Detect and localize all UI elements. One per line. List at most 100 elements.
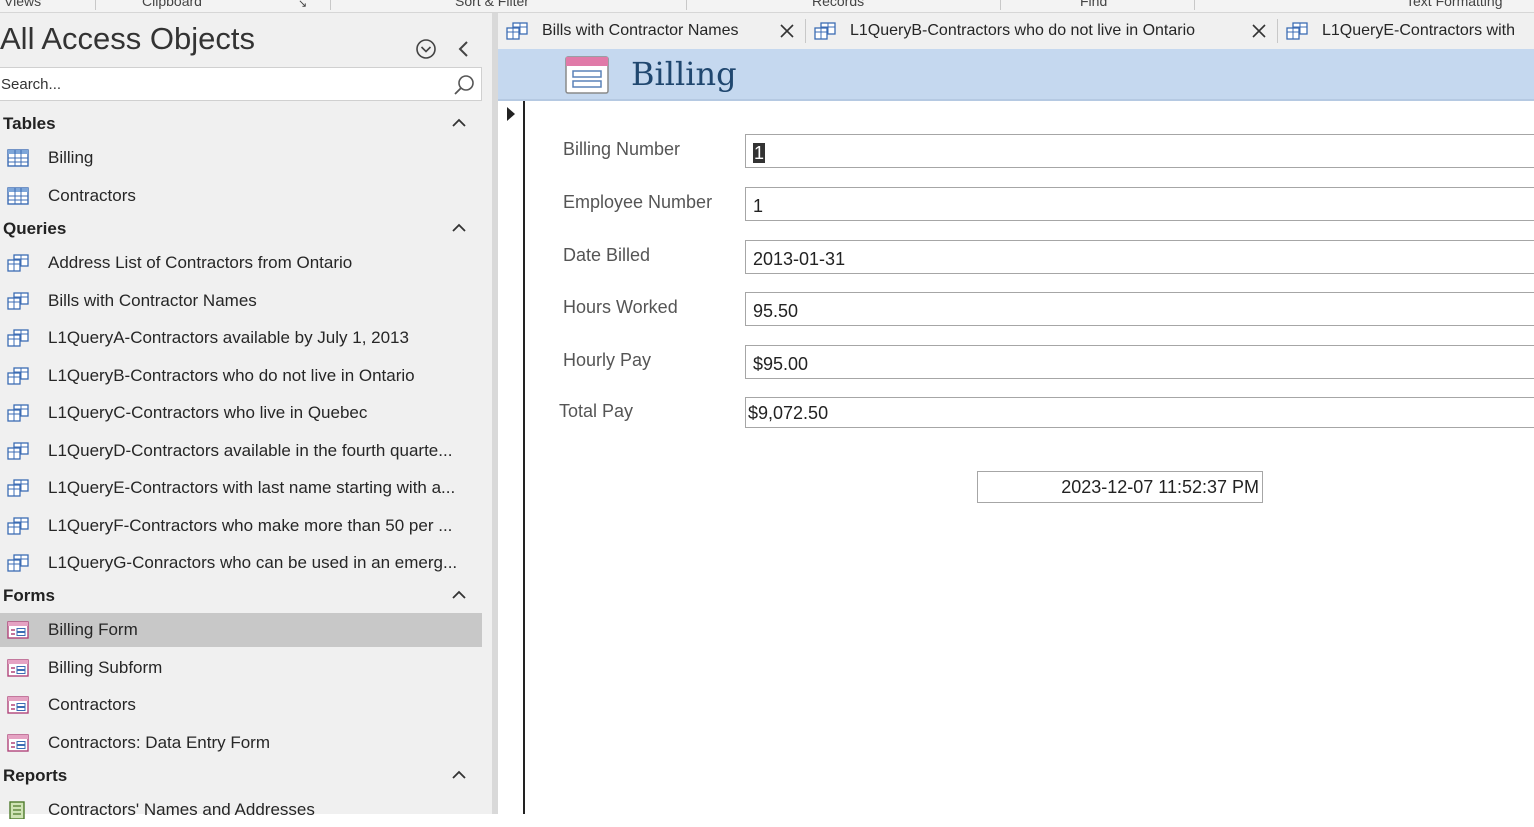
- timestamp-display: 2023-12-07 11:52:37 PM: [977, 471, 1263, 503]
- nav-search-box[interactable]: [0, 67, 482, 101]
- nav-item-label: Contractors: Data Entry Form: [48, 733, 271, 752]
- query-icon: [7, 442, 29, 460]
- ribbon-group-views: Views: [4, 0, 42, 9]
- nav-pane-title[interactable]: All Access Objects: [0, 21, 255, 57]
- ribbon-group-clipboard: Clipboard: [142, 0, 202, 9]
- nav-item-query[interactable]: L1QueryA-Contractors available by July 1…: [0, 321, 482, 355]
- search-icon[interactable]: [452, 73, 476, 97]
- nav-item-report[interactable]: Contractors' Names and Addresses: [0, 793, 482, 827]
- nav-menu-dropdown-icon[interactable]: [414, 37, 438, 61]
- query-icon: [7, 404, 29, 422]
- nav-item-billing-subform[interactable]: Billing Subform: [0, 651, 482, 685]
- nav-search-input[interactable]: [0, 68, 441, 100]
- nav-section-forms[interactable]: Forms: [0, 581, 482, 611]
- date-billed-field[interactable]: 2013-01-31: [745, 240, 1534, 274]
- nav-section-reports[interactable]: Reports: [0, 761, 482, 791]
- section-label: Tables: [3, 114, 56, 133]
- nav-item-label: Address List of Contractors from Ontario: [48, 253, 353, 272]
- nav-item-query[interactable]: L1QueryD-Contractors available in the fo…: [0, 434, 482, 468]
- form-icon: [7, 734, 29, 752]
- billing-number-field[interactable]: 1: [745, 134, 1534, 168]
- query-icon: [814, 22, 836, 40]
- form-title: Billing: [631, 55, 737, 93]
- tab-bills-with-contractor-names[interactable]: Bills with Contractor Names: [498, 13, 806, 49]
- tab-label: L1QueryB-Contractors who do not live in …: [850, 22, 1196, 39]
- chevron-up-icon[interactable]: [450, 221, 468, 235]
- ribbon-separator: [330, 0, 331, 10]
- nav-item-label: L1QueryE-Contractors with last name star…: [48, 478, 456, 497]
- section-label: Forms: [3, 586, 55, 605]
- nav-item-label: Contractors: [48, 186, 136, 205]
- nav-item-query[interactable]: L1QueryB-Contractors who do not live in …: [0, 359, 482, 393]
- nav-item-label: Billing: [48, 148, 94, 167]
- ribbon-group-find: Find: [1080, 0, 1108, 9]
- ribbon-group-text-formatting: Text Formatting: [1406, 0, 1503, 9]
- nav-section-tables[interactable]: Tables: [0, 109, 482, 139]
- chevron-up-icon[interactable]: [450, 588, 468, 602]
- query-icon: [7, 367, 29, 385]
- nav-item-label: L1QueryB-Contractors who do not live in …: [48, 366, 415, 385]
- nav-item-billing-form[interactable]: Billing Form: [0, 613, 482, 647]
- nav-item-label: L1QueryG-Conractors who can be used in a…: [48, 553, 458, 572]
- query-icon: [7, 517, 29, 535]
- ribbon-group-labels: Views Clipboard ↘ Sort & Filter Records …: [0, 0, 1534, 13]
- nav-item-query[interactable]: Bills with Contractor Names: [0, 284, 482, 318]
- nav-item-label: L1QueryF-Contractors who make more than …: [48, 516, 453, 535]
- clipboard-launcher-icon[interactable]: ↘: [298, 0, 307, 10]
- navigation-pane: All Access Objects Tables Billing Contra…: [0, 13, 492, 819]
- nav-item-label: Contractors: [48, 695, 136, 714]
- nav-item-billing-table[interactable]: Billing: [0, 141, 482, 175]
- tab-l1queryb[interactable]: L1QueryB-Contractors who do not live in …: [806, 13, 1278, 49]
- nav-item-query[interactable]: L1QueryE-Contractors with last name star…: [0, 471, 482, 505]
- table-icon: [7, 187, 29, 205]
- ribbon-group-sort-filter: Sort & Filter: [455, 0, 529, 9]
- employee-number-field[interactable]: 1: [745, 187, 1534, 221]
- hours-worked-label: Hours Worked: [563, 297, 678, 317]
- nav-item-query[interactable]: L1QueryF-Contractors who make more than …: [0, 509, 482, 543]
- query-icon: [7, 554, 29, 572]
- nav-item-label: Bills with Contractor Names: [48, 291, 257, 310]
- form-icon: [7, 696, 29, 714]
- nav-item-label: Billing Form: [48, 620, 138, 639]
- hourly-pay-label: Hourly Pay: [563, 350, 652, 370]
- nav-item-label: Contractors' Names and Addresses: [48, 800, 315, 819]
- nav-collapse-chevron-icon[interactable]: [452, 37, 476, 61]
- date-billed-label: Date Billed: [563, 245, 651, 265]
- nav-item-contractors-table[interactable]: Contractors: [0, 179, 482, 213]
- ribbon-separator: [1000, 0, 1001, 10]
- query-icon: [7, 329, 29, 347]
- form-logo-icon: [565, 56, 609, 94]
- record-selector[interactable]: [498, 101, 525, 814]
- close-tab-icon[interactable]: [777, 21, 797, 41]
- nav-item-query[interactable]: Address List of Contractors from Ontario: [0, 246, 482, 280]
- form-header: Billing: [498, 49, 1534, 101]
- nav-item-contractors-data-entry-form[interactable]: Contractors: Data Entry Form: [0, 726, 482, 760]
- ribbon-group-records: Records: [812, 0, 865, 9]
- nav-item-query[interactable]: L1QueryC-Contractors who live in Quebec: [0, 396, 482, 430]
- hourly-pay-field[interactable]: $95.00: [745, 345, 1534, 379]
- nav-item-label: L1QueryD-Contractors available in the fo…: [48, 441, 453, 460]
- query-icon: [1286, 22, 1308, 40]
- tab-label: L1QueryE-Contractors with: [1322, 22, 1515, 39]
- tab-label: Bills with Contractor Names: [542, 22, 739, 39]
- nav-item-label: L1QueryC-Contractors who live in Quebec: [48, 403, 368, 422]
- chevron-up-icon[interactable]: [450, 116, 468, 130]
- document-tab-bar: Bills with Contractor Names L1QueryB-Con…: [498, 13, 1534, 49]
- tab-l1querye[interactable]: L1QueryE-Contractors with: [1278, 13, 1534, 49]
- form-icon: [7, 659, 29, 677]
- nav-item-contractors-form[interactable]: Contractors: [0, 688, 482, 722]
- table-icon: [7, 149, 29, 167]
- total-pay-field[interactable]: $9,072.50: [745, 397, 1534, 428]
- employee-number-label: Employee Number: [563, 192, 713, 212]
- billing-number-label: Billing Number: [563, 139, 681, 159]
- close-tab-icon[interactable]: [1249, 21, 1269, 41]
- billing-number-value: 1: [753, 143, 766, 163]
- ribbon-separator: [1194, 0, 1195, 10]
- nav-item-label: Billing Subform: [48, 658, 163, 677]
- ribbon-separator: [686, 0, 687, 10]
- hours-worked-field[interactable]: 95.50: [745, 292, 1534, 326]
- chevron-up-icon[interactable]: [450, 768, 468, 782]
- nav-item-query[interactable]: L1QueryG-Conractors who can be used in a…: [0, 546, 482, 580]
- ribbon-separator: [95, 0, 96, 10]
- nav-section-queries[interactable]: Queries: [0, 214, 482, 244]
